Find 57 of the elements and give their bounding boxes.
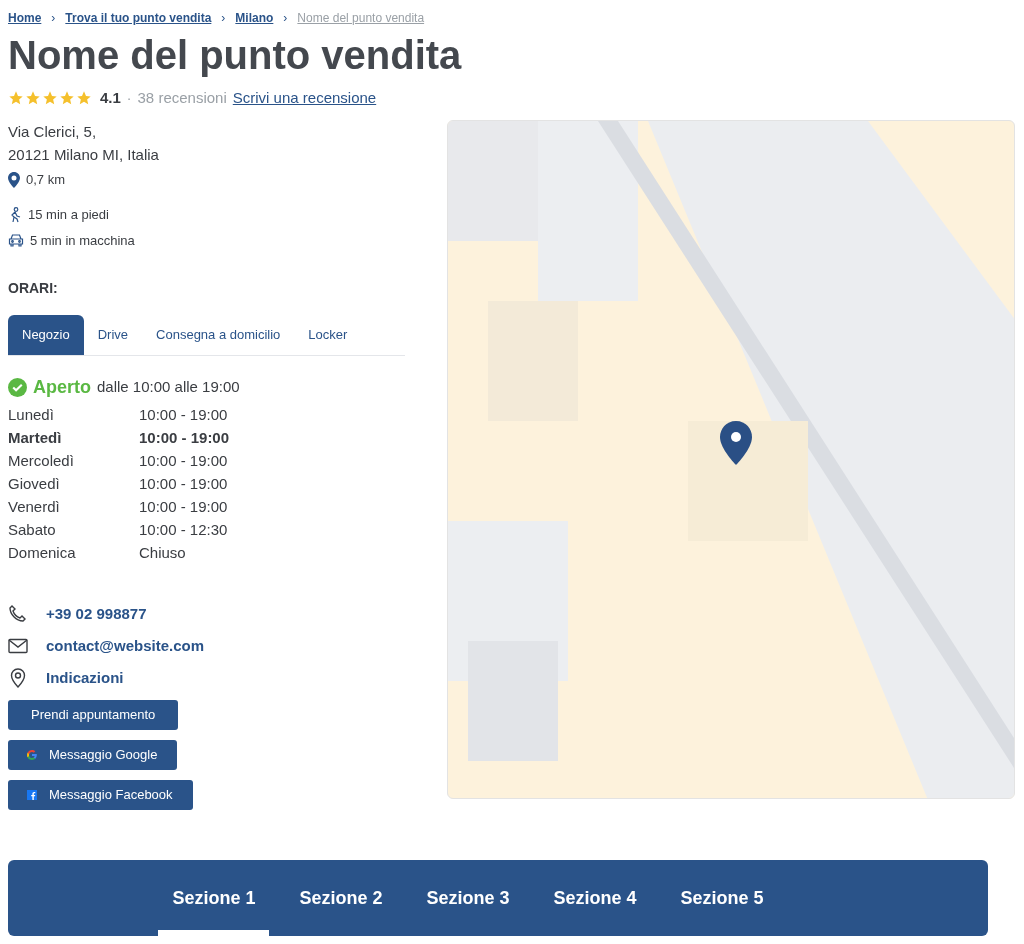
hours-heading: ORARI: xyxy=(8,279,59,298)
weekday: Lunedì xyxy=(8,405,55,425)
opening-hours: 10:00 - 19:00 xyxy=(139,474,228,494)
breadcrumb-current: Nome del punto vendita xyxy=(297,10,425,27)
weekday: Martedì xyxy=(8,428,63,448)
breadcrumb-link[interactable]: Home xyxy=(8,9,42,27)
phone-icon xyxy=(8,605,28,623)
weekday: Giovedì xyxy=(8,474,61,494)
map-drawing[interactable] xyxy=(447,120,1015,799)
breadcrumb-separator: › xyxy=(221,10,226,27)
weekday: Domenica xyxy=(8,543,77,563)
opening-hours: 10:00 - 19:00 xyxy=(139,497,228,517)
appointment-button[interactable]: Prendi appuntamento xyxy=(8,700,179,730)
google-logo-icon xyxy=(27,750,37,760)
section-tab[interactable]: Sezione 4 xyxy=(539,860,651,936)
open-status: Aperto xyxy=(33,376,91,399)
opening-hours: 10:00 - 12:30 xyxy=(139,520,228,540)
opening-hours: Chiuso xyxy=(139,543,186,563)
walking-time: 15 min a piedi xyxy=(28,206,109,224)
section-tab[interactable]: Sezione 1 xyxy=(158,860,270,936)
opening-hours: 10:00 - 19:00 xyxy=(139,428,230,448)
weekday: Sabato xyxy=(8,520,57,540)
breadcrumb-separator: › xyxy=(283,10,288,27)
breadcrumb-link[interactable]: Trova il tuo punto vendita xyxy=(65,9,212,27)
rating-separator: · xyxy=(126,88,132,108)
section-tab[interactable]: Sezione 5 xyxy=(666,860,778,936)
hours-tab[interactable]: Drive xyxy=(83,315,143,355)
opening-hours: 10:00 - 19:00 xyxy=(139,451,228,471)
section-tab[interactable]: Sezione 2 xyxy=(285,860,397,936)
distance: 0,7 km xyxy=(26,171,65,189)
driving-time: 5 min in macchina xyxy=(30,231,135,250)
weekday: Mercoledì xyxy=(8,451,75,471)
open-hours: dalle 10:00 alle 19:00 xyxy=(97,377,240,398)
address-line: Via Clerici, 5, xyxy=(8,122,98,142)
page-title: Nome del punto vendita xyxy=(8,32,463,79)
review-count: 38 recensioni xyxy=(137,87,227,108)
rating-score: 4.1 xyxy=(100,87,121,108)
hours-tab[interactable]: Consegna a domicilio xyxy=(142,315,295,355)
car-icon xyxy=(8,233,24,248)
facebook-message-button[interactable]: Messaggio Facebook xyxy=(8,780,193,810)
weekday: Venerdì xyxy=(8,497,61,517)
breadcrumb-separator: › xyxy=(51,10,56,27)
hours-tab[interactable]: Locker xyxy=(294,315,362,355)
section-tab[interactable]: Sezione 3 xyxy=(412,860,524,936)
write-review-link[interactable]: Scrivi una recensione xyxy=(232,86,377,110)
location-pin-icon xyxy=(8,171,20,188)
directions-link[interactable]: Indicazioni xyxy=(46,666,124,690)
address-line: 20121 Milano MI, Italia xyxy=(8,145,160,165)
email-link[interactable]: contact@website.com xyxy=(46,634,204,658)
facebook-logo-icon xyxy=(27,790,37,800)
google-message-button[interactable]: Messaggio Google xyxy=(8,740,178,770)
phone-link[interactable]: +39 02 998877 xyxy=(46,602,147,626)
breadcrumb-link[interactable]: Milano xyxy=(235,9,274,27)
envelope-icon xyxy=(8,638,28,654)
opening-hours: 10:00 - 19:00 xyxy=(139,405,228,425)
location-pin-icon xyxy=(10,668,26,688)
hours-tab[interactable]: Negozio xyxy=(8,315,84,355)
